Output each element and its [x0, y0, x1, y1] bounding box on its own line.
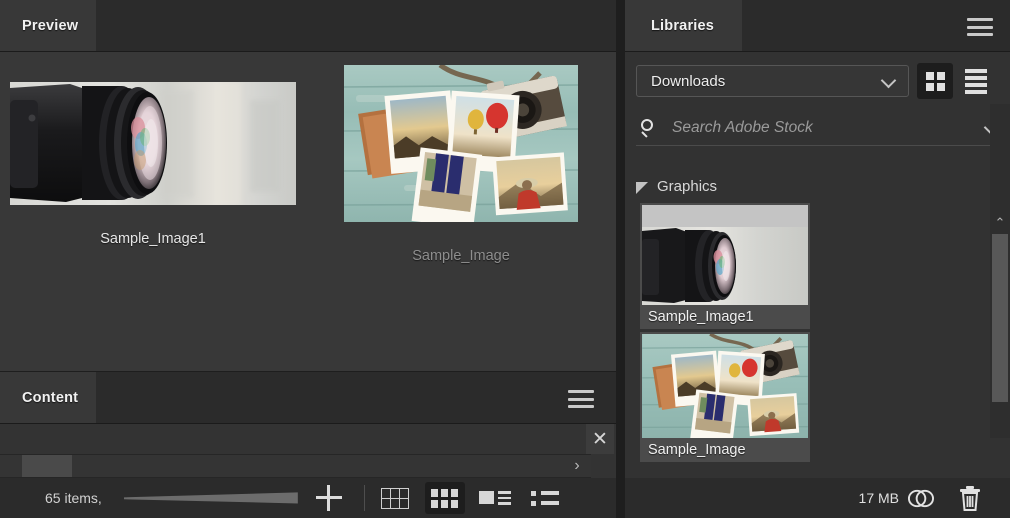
preview-item[interactable]: Sample_Image1: [10, 82, 296, 247]
tab-content-label: Content: [22, 390, 79, 406]
tab-preview-label: Preview: [22, 18, 79, 34]
tab-libraries-label: Libraries: [651, 18, 715, 34]
tab-libraries[interactable]: Libraries: [625, 0, 743, 52]
toolbar-divider: [363, 485, 365, 511]
search-icon: [640, 118, 660, 138]
library-asset-card[interactable]: Sample_Image: [640, 332, 810, 462]
panel-divider[interactable]: [616, 0, 625, 518]
library-asset-card[interactable]: Sample_Image1: [640, 203, 810, 329]
content-panel: Content ✕ ‹ › 65 items,: [0, 372, 616, 518]
hamburger-icon[interactable]: [967, 18, 993, 36]
close-icon[interactable]: ✕: [586, 424, 614, 454]
view-mode-thumbnail-grid[interactable]: [424, 482, 465, 514]
preview-body: Sample_Image1 Sample_Image: [0, 52, 616, 371]
graphics-group-header[interactable]: Graphics: [636, 178, 717, 195]
scroll-up-icon[interactable]: ⌃: [990, 214, 1010, 232]
polaroid-photos-photo: [642, 334, 808, 438]
thumbnail-grid-icon: [431, 488, 459, 508]
vertical-scrollbar[interactable]: ⌃ ⌄: [990, 104, 1010, 518]
grid-lines-icon: [380, 487, 409, 509]
stock-search-field[interactable]: [636, 110, 999, 146]
asset-thumbnail: [642, 205, 808, 305]
libraries-body: Downloads Search Adobe Stock Graphics Sa…: [625, 52, 1010, 518]
creative-cloud-icon[interactable]: [907, 485, 934, 512]
libraries-panel: Libraries Downloads Search Adobe Stock G…: [625, 0, 1010, 518]
preview-tabstrip: Preview: [0, 0, 616, 52]
asset-name: Sample_Image: [648, 442, 746, 458]
library-select[interactable]: Downloads: [636, 65, 909, 97]
content-footer: 65 items,: [0, 478, 616, 518]
preview-item-caption: Sample_Image: [412, 248, 510, 264]
preview-item-caption: Sample_Image1: [100, 231, 206, 247]
content-scroll-strip: ✕ ‹ ›: [0, 424, 616, 478]
view-mode-grid-lines[interactable]: [375, 482, 415, 514]
view-mode-details[interactable]: [475, 482, 515, 514]
list-view-icon: [965, 68, 987, 94]
libraries-tabstrip: Libraries: [625, 0, 1010, 52]
item-count-label: 65 items,: [45, 490, 102, 506]
increase-size-button[interactable]: [315, 485, 342, 511]
grid-view-icon: [925, 71, 945, 91]
scroll-right-icon[interactable]: ›: [566, 454, 588, 478]
horizontal-scrollbar-thumb[interactable]: [22, 455, 72, 477]
thumbnail-size-slider[interactable]: [123, 490, 298, 506]
search-input[interactable]: [672, 118, 984, 137]
horizontal-scrollbar[interactable]: [0, 454, 591, 478]
camera-lens-photo: [642, 227, 808, 305]
graphics-group-label: Graphics: [657, 178, 718, 195]
camera-lens-photo: [10, 82, 296, 205]
disclosure-triangle-icon: [636, 181, 648, 194]
tab-content[interactable]: Content: [0, 372, 97, 424]
polaroid-photos-photo: [344, 65, 578, 222]
library-select-value: Downloads: [651, 72, 726, 90]
chevron-down-icon: [881, 77, 894, 85]
grid-view-toggle[interactable]: [917, 63, 953, 99]
list-view-toggle[interactable]: [958, 63, 994, 99]
tab-preview[interactable]: Preview: [0, 0, 97, 52]
application-window: Preview Sample_Image1 Sample_Image Conte…: [0, 0, 1010, 518]
hamburger-icon[interactable]: [568, 390, 594, 408]
library-size-label: 17 MB: [858, 490, 899, 506]
libraries-footer: 17 MB: [625, 478, 1010, 518]
slider-track: [123, 492, 298, 504]
view-mode-list[interactable]: [525, 482, 565, 514]
list-view-icon: [530, 490, 559, 506]
details-view-icon: [478, 491, 511, 505]
preview-panel: Preview Sample_Image1 Sample_Image: [0, 0, 616, 371]
vertical-scrollbar-thumb[interactable]: [992, 234, 1008, 402]
preview-item[interactable]: Sample_Image: [344, 65, 578, 264]
trash-icon[interactable]: [958, 485, 982, 511]
asset-thumbnail: [642, 334, 808, 438]
asset-name: Sample_Image1: [648, 309, 754, 325]
content-tabstrip: Content: [0, 372, 616, 424]
